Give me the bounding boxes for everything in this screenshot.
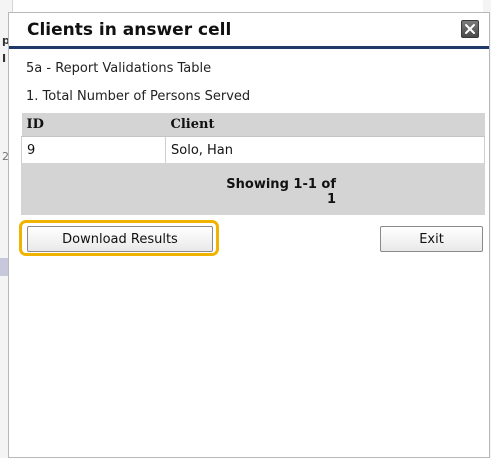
pagination-line-1: Showing 1-1 of <box>226 177 336 192</box>
column-header-client[interactable]: Client <box>165 113 485 137</box>
close-button[interactable] <box>461 20 479 38</box>
background-fragment: I <box>2 52 7 65</box>
exit-button[interactable]: Exit <box>380 226 483 252</box>
pagination-status: Showing 1-1 of 1 <box>216 177 336 207</box>
download-results-button[interactable]: Download Results <box>27 226 213 252</box>
dialog-title: Clients in answer cell <box>27 20 232 40</box>
pagination-footer: Showing 1-1 of 1 <box>21 163 485 215</box>
column-header-id[interactable]: ID <box>21 113 166 137</box>
table-header-row: ID Client <box>21 113 485 137</box>
clients-table: ID Client 9 Solo, Han <box>21 113 485 164</box>
cell-id: 9 <box>21 136 166 164</box>
table-row[interactable]: 9 Solo, Han <box>21 136 485 164</box>
dialog-title-bar: Clients in answer cell <box>9 13 489 49</box>
answer-cell-question: 1. Total Number of Persons Served <box>26 89 251 104</box>
close-icon <box>465 24 475 34</box>
cell-client: Solo, Han <box>165 136 485 164</box>
pagination-line-2: 1 <box>326 192 336 207</box>
clients-dialog: Clients in answer cell 5a - Report Valid… <box>8 12 490 458</box>
report-table-name: 5a - Report Validations Table <box>26 61 212 76</box>
